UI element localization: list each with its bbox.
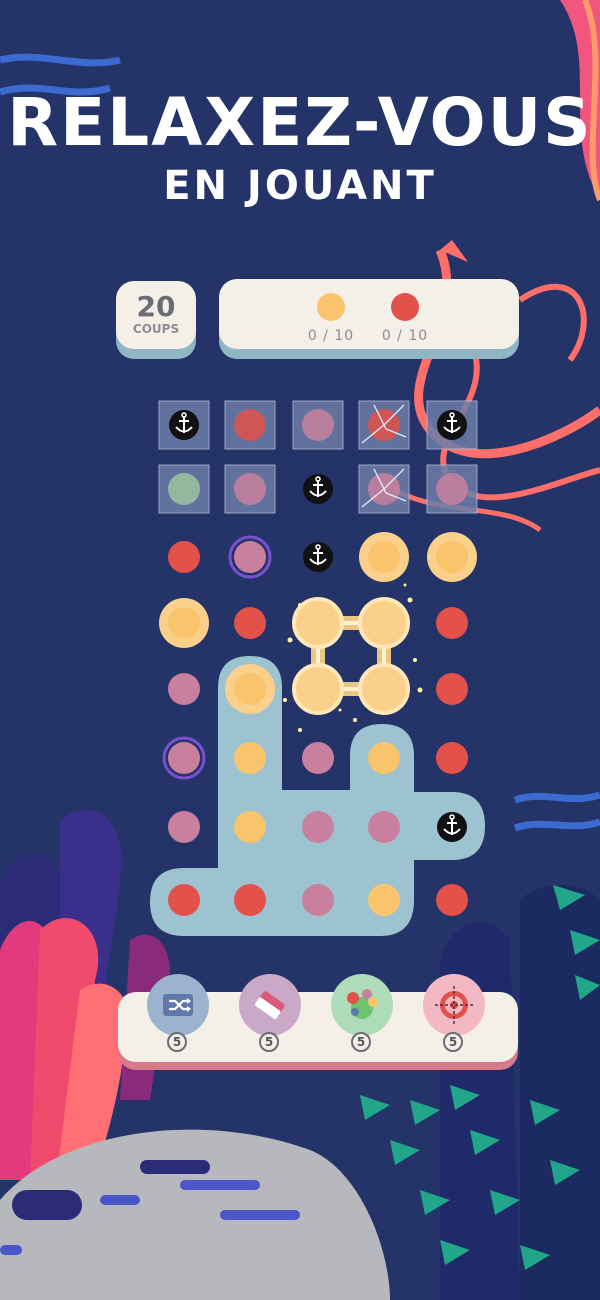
dot [168, 541, 200, 573]
dot [234, 541, 266, 573]
goal-yellow: 0 / 10 [296, 293, 366, 344]
dot [436, 673, 468, 705]
board-cell[interactable] [436, 884, 468, 916]
eraser-icon [254, 991, 285, 1020]
board-cell[interactable] [359, 532, 409, 582]
dot [168, 811, 200, 843]
target-count: 5 [443, 1032, 463, 1052]
dot [368, 742, 400, 774]
board-cell[interactable] [224, 464, 276, 514]
board-cell[interactable] [436, 742, 468, 774]
shuffle-powerup[interactable]: 5 [145, 974, 211, 1058]
board-cell[interactable] [303, 474, 333, 504]
dot [234, 811, 266, 843]
board-cell[interactable] [436, 673, 468, 705]
board-cell[interactable] [234, 607, 266, 639]
board-cell[interactable] [168, 884, 200, 916]
board-cell[interactable] [302, 742, 334, 774]
dot [168, 884, 200, 916]
dot [368, 811, 400, 843]
color-bomb-icon [347, 989, 378, 1019]
board-cell[interactable] [358, 400, 410, 450]
subheadline: EN JOUANT [163, 163, 437, 209]
shuffle-count: 5 [167, 1032, 187, 1052]
board-cell[interactable] [158, 464, 210, 514]
board-cell[interactable] [162, 736, 206, 780]
target-icon [435, 986, 473, 1024]
eraser-powerup[interactable]: 5 [237, 974, 303, 1058]
goals-panel: 0 / 10 0 / 10 [219, 279, 519, 349]
dot [368, 884, 400, 916]
goal-red-progress: 0 / 10 [381, 328, 429, 344]
dot [168, 473, 200, 505]
moves-label: COUPS [132, 322, 180, 336]
board-cell[interactable] [437, 812, 467, 842]
board-cell[interactable] [292, 400, 344, 450]
dot [436, 742, 468, 774]
goal-yellow-progress: 0 / 10 [307, 328, 355, 344]
shuffle-icon [163, 994, 193, 1016]
selected-square-loop [283, 583, 423, 732]
dot [168, 673, 200, 705]
board-cell[interactable] [368, 884, 400, 916]
dot [234, 607, 266, 639]
board-cell[interactable] [368, 742, 400, 774]
dot [234, 742, 266, 774]
dot [436, 884, 468, 916]
dot-core [234, 673, 266, 705]
powerup-tray: 5 5 5 5 [118, 974, 518, 1062]
dot [302, 742, 334, 774]
goal-red: 0 / 10 [370, 293, 440, 344]
board-cell[interactable] [224, 400, 276, 450]
dot [234, 884, 266, 916]
dot [234, 473, 266, 505]
board-cell[interactable] [228, 535, 272, 579]
board-cell[interactable] [168, 811, 200, 843]
headline: RELAXEZ-VOUS [7, 84, 593, 161]
goal-yellow-dot [317, 293, 345, 321]
target-powerup[interactable]: 5 [421, 974, 487, 1058]
dot [302, 884, 334, 916]
board-cell[interactable] [426, 464, 478, 514]
color-bomb-powerup[interactable]: 5 [329, 974, 395, 1058]
board-cell[interactable] [159, 598, 209, 648]
board-cell[interactable] [158, 400, 210, 450]
board-cell[interactable] [358, 464, 410, 514]
dot [436, 473, 468, 505]
board-cell[interactable] [234, 884, 266, 916]
board-cell[interactable] [234, 811, 266, 843]
board-cell[interactable] [368, 811, 400, 843]
moves-count: 20 [136, 290, 176, 323]
board-cell[interactable] [427, 532, 477, 582]
dot-core [368, 541, 400, 573]
board-cell[interactable] [168, 541, 200, 573]
dot-core [168, 607, 200, 639]
board-cell[interactable] [234, 742, 266, 774]
color-bomb-count: 5 [351, 1032, 371, 1052]
dot [302, 409, 334, 441]
dot [234, 409, 266, 441]
board-cell[interactable] [436, 607, 468, 639]
board-cell[interactable] [302, 884, 334, 916]
board-cell[interactable] [302, 811, 334, 843]
dot-core [436, 541, 468, 573]
board-cell[interactable] [426, 400, 478, 450]
eraser-count: 5 [259, 1032, 279, 1052]
moves-counter: 20 COUPS [116, 281, 196, 349]
dot [302, 811, 334, 843]
dot [168, 742, 200, 774]
dot [436, 607, 468, 639]
board-cell[interactable] [303, 542, 333, 572]
goal-red-dot [391, 293, 419, 321]
board-cell[interactable] [225, 664, 275, 714]
board-cell[interactable] [168, 673, 200, 705]
